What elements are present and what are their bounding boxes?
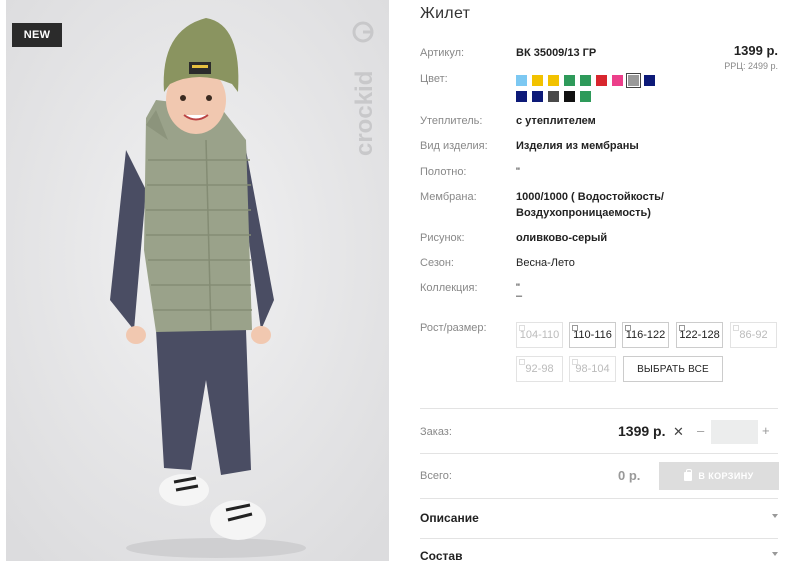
- child-model-illustration: [6, 0, 389, 561]
- chevron-down-icon: [772, 552, 778, 556]
- color-swatch[interactable]: [532, 91, 543, 102]
- total-label: Всего:: [420, 470, 452, 482]
- select-all-sizes-button[interactable]: ВЫБРАТЬ ВСЕ: [623, 356, 723, 382]
- size-option-label: 122-128: [679, 329, 720, 341]
- divider: [420, 408, 778, 409]
- recommended-price: РРЦ: 2499 р.: [724, 61, 778, 71]
- detail-value: Изделия из мембраны: [516, 140, 639, 152]
- size-label: Рост/размер:: [420, 322, 487, 334]
- checkbox-icon: [519, 325, 525, 331]
- remove-icon[interactable]: ✕: [673, 424, 684, 440]
- detail-label: Полотно:: [420, 166, 467, 178]
- checkbox-icon[interactable]: [572, 325, 578, 331]
- size-option-label: 86-92: [739, 329, 768, 341]
- color-swatch[interactable]: [516, 91, 527, 102]
- color-swatch[interactable]: [564, 91, 575, 102]
- svg-text:crockid: crockid: [351, 71, 378, 156]
- color-swatch[interactable]: [548, 75, 559, 86]
- composition-accordion[interactable]: Состав: [420, 549, 778, 561]
- checkbox-icon: [519, 359, 525, 365]
- shopping-bag-icon: [684, 468, 693, 481]
- order-label: Заказ:: [420, 426, 452, 438]
- chevron-down-icon: [772, 514, 778, 518]
- color-swatch[interactable]: [516, 75, 527, 86]
- checkbox-icon[interactable]: [679, 325, 685, 331]
- increase-quantity-button[interactable]: +: [762, 423, 770, 438]
- size-option-label: 116-122: [625, 329, 666, 341]
- detail-value: 1000/1000 ( Водостойкость/: [516, 191, 664, 203]
- size-option-98-104: 98-104: [569, 356, 616, 382]
- checkbox-icon: [733, 325, 739, 331]
- detail-value-line2: –: [516, 290, 523, 302]
- detail-value: оливково-серый: [516, 232, 608, 244]
- description-accordion[interactable]: Описание: [420, 511, 778, 525]
- size-option-110-116[interactable]: 110-116: [569, 322, 616, 348]
- divider: [420, 538, 778, 539]
- detail-value: Весна-Лето: [516, 257, 575, 269]
- detail-value-line2: Воздухопроницаемость): [516, 207, 651, 219]
- detail-label: Цвет:: [420, 73, 448, 85]
- checkbox-icon: [572, 359, 578, 365]
- accordion-title: Описание: [420, 511, 479, 525]
- checkbox-icon[interactable]: [625, 325, 631, 331]
- size-option-92-98: 92-98: [516, 356, 563, 382]
- detail-value: с утеплителем: [516, 115, 596, 127]
- detail-label: Рисунок:: [420, 232, 465, 244]
- detail-label: Артикул:: [420, 47, 465, 59]
- color-swatch[interactable]: [564, 75, 575, 86]
- detail-label: Коллекция:: [420, 282, 478, 294]
- product-title: Жилет: [420, 5, 471, 22]
- add-to-cart-label: В КОРЗИНУ: [698, 471, 754, 481]
- divider: [420, 453, 778, 454]
- color-swatch[interactable]: [548, 91, 559, 102]
- divider: [420, 498, 778, 499]
- color-swatch[interactable]: [644, 75, 655, 86]
- color-swatch[interactable]: [612, 75, 623, 86]
- size-option-122-128[interactable]: 122-128: [676, 322, 723, 348]
- detail-value: ": [516, 166, 520, 178]
- detail-label: Утеплитель:: [420, 115, 483, 127]
- size-option-label: 92-98: [525, 363, 554, 375]
- accordion-title: Состав: [420, 549, 463, 561]
- size-option-104-110: 104-110: [516, 322, 563, 348]
- size-option-label: 98-104: [575, 363, 610, 375]
- detail-label: Вид изделия:: [420, 140, 488, 152]
- add-to-cart-button[interactable]: В КОРЗИНУ: [659, 462, 779, 490]
- color-swatch[interactable]: [532, 75, 543, 86]
- size-option-label: 104-110: [519, 329, 560, 341]
- size-option-116-122[interactable]: 116-122: [622, 322, 669, 348]
- color-swatch[interactable]: [626, 73, 641, 88]
- size-option-label: 110-116: [573, 329, 612, 341]
- color-swatch[interactable]: [596, 75, 607, 86]
- color-swatch[interactable]: [580, 91, 591, 102]
- brand-logo: crockid: [351, 21, 378, 156]
- new-badge: NEW: [12, 23, 62, 47]
- product-photo[interactable]: NEW crockid: [6, 0, 389, 561]
- color-swatch[interactable]: [580, 75, 591, 86]
- detail-label: Сезон:: [420, 257, 454, 269]
- detail-label: Мембрана:: [420, 191, 477, 203]
- product-price: 1399 р.: [733, 43, 778, 58]
- quantity-input[interactable]: [711, 420, 758, 444]
- detail-value: ВК 35009/13 ГР: [516, 47, 597, 59]
- total-value: 0 р.: [618, 468, 641, 483]
- size-option-86-92: 86-92: [730, 322, 777, 348]
- order-price: 1399 р.: [618, 423, 666, 439]
- decrease-quantity-button[interactable]: –: [697, 423, 704, 438]
